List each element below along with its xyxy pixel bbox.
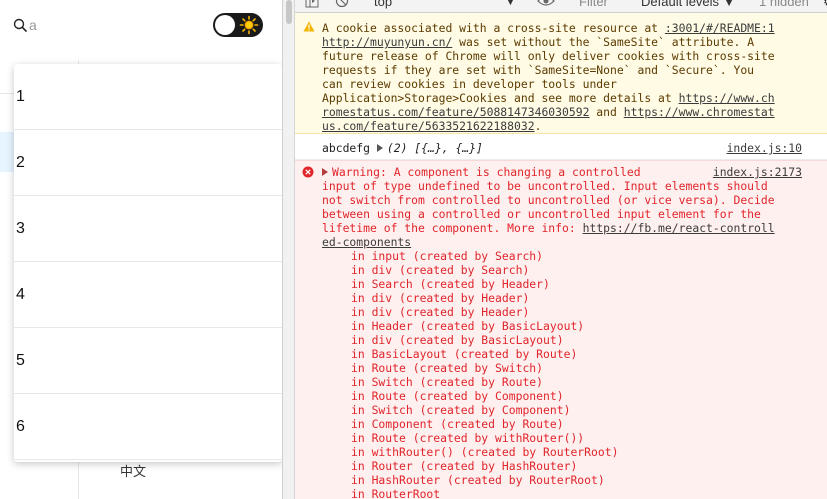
search-result-item[interactable]: 3 (14, 196, 282, 262)
error-text: Warning: A component is changing a contr… (322, 165, 775, 249)
panel-resize-divider[interactable] (282, 0, 295, 499)
search-result-item[interactable]: 4 (14, 262, 282, 328)
error-line: between using a controlled or uncontroll… (322, 207, 761, 221)
stack-trace-line: in HashRouter (created by RouterRoot) (351, 473, 605, 487)
log-value: abcdefg (322, 141, 371, 155)
error-icon (302, 166, 314, 178)
chromestatus-link[interactable]: https://www.chromestat (624, 105, 775, 119)
console-toolbar: top ▼ Filter Default levels ▼ 1 hidden ⚙ (295, 0, 827, 13)
scrollbar-thumb[interactable] (286, 0, 292, 24)
warning-line: . (534, 119, 542, 133)
stack-trace-line: in Route (created by Component) (351, 389, 564, 403)
warning-line: requests if they are set with `SameSite=… (322, 63, 755, 77)
component-stack: in input (created by Search) in div (crea… (322, 249, 618, 499)
stack-trace-line: in Switch (created by Route) (351, 375, 544, 389)
warning-line: A cookie associated with a cross-site re… (322, 21, 665, 35)
clear-console-icon[interactable] (335, 0, 349, 8)
warning-line: can review cookies in developer tools un… (322, 77, 617, 91)
error-line: Warning: A component is changing a contr… (332, 165, 641, 179)
search-result-item[interactable]: 1 (14, 64, 282, 130)
stack-trace-line: in RouterRoot (351, 487, 441, 499)
stack-trace-line: in div (created by Header) (351, 291, 530, 305)
error-line: not switch from controlled to uncontroll… (322, 193, 775, 207)
stack-trace-line: in Search (created by Header) (351, 277, 550, 291)
chromestatus-link[interactable]: us.com/feature/5633521622188032 (322, 119, 535, 133)
react-docs-link[interactable]: https://fb.me/react-controll (583, 221, 775, 235)
toggle-knob (215, 15, 235, 35)
stack-trace-line: in input (created by Search) (351, 249, 544, 263)
react-docs-link[interactable]: ed-components (322, 235, 411, 249)
sider-active-item[interactable] (0, 132, 14, 172)
warning-text: A cookie associated with a cross-site re… (322, 21, 802, 133)
search-result-item[interactable]: 2 (14, 130, 282, 196)
sun-icon (239, 15, 259, 35)
stack-trace-line: in div (created by BasicLayout) (351, 333, 564, 347)
console-log-message: abcdefg (2) [{…}, {…}] index.js:10 (295, 134, 827, 160)
settings-icon[interactable]: ⚙ (823, 0, 827, 10)
stack-trace-line: in withRouter() (created by RouterRoot) (351, 445, 619, 459)
header-search-row (0, 0, 282, 50)
search-icon (13, 18, 27, 32)
expand-triangle-icon[interactable] (376, 144, 383, 152)
stack-trace-line: in Component (created by Route) (351, 417, 564, 431)
source-link[interactable]: index.js:10 (727, 141, 802, 155)
stack-trace-line: in Header (created by BasicLayout) (351, 319, 585, 333)
stack-trace-line: in Route (created by Switch) (351, 361, 544, 375)
theme-toggle-switch[interactable] (213, 13, 263, 37)
error-line: input of type undefined to be uncontroll… (322, 179, 768, 193)
search-result-item[interactable]: 6 (14, 394, 282, 460)
stack-trace-line: in BasicLayout (created by Route) (351, 347, 578, 361)
stack-trace-line: in Router (created by HashRouter) (351, 459, 578, 473)
search-results-dropdown: 1 2 3 4 5 6 (14, 64, 282, 462)
search-result-item[interactable]: 5 (14, 328, 282, 394)
chevron-down-icon[interactable]: ▼ (506, 0, 515, 7)
source-link[interactable]: :3001/#/README:1 (665, 21, 775, 35)
stack-trace-line: in div (created by Header) (351, 305, 530, 319)
stack-trace-line: in Route (created by withRouter()) (351, 431, 585, 445)
app-panel: 中文 1 2 3 4 5 6 (0, 0, 282, 499)
expand-triangle-icon[interactable] (322, 168, 328, 176)
chromestatus-link[interactable]: romestatus.com/feature/5088147346030592 (322, 105, 589, 119)
console-warning-message: A cookie associated with a cross-site re… (295, 13, 827, 134)
log-array[interactable]: (2) [{…}, {…}] (387, 141, 483, 155)
filter-input[interactable]: Filter (579, 0, 608, 9)
stack-trace-line: in Switch (created by Component) (351, 403, 571, 417)
stack-trace-line: in div (created by Search) (351, 263, 530, 277)
context-selector[interactable]: top (374, 0, 392, 9)
warning-icon (303, 21, 315, 32)
warning-line: was set without the `SameSite` attribute… (452, 35, 755, 49)
warning-line: future release of Chrome will only deliv… (322, 49, 775, 63)
chromestatus-link[interactable]: https://www.ch (679, 91, 775, 105)
error-line: lifetime of the component. More info: (322, 221, 583, 235)
log-levels-dropdown[interactable]: Default levels ▼ (641, 0, 736, 9)
warning-line: Application>Storage>Cookies and see more… (322, 91, 679, 105)
console-error-message: index.js:2173 Warning: A component is ch… (295, 160, 827, 499)
eye-icon[interactable] (537, 0, 555, 8)
hidden-count: 1 hidden (759, 0, 809, 9)
devtools-console: top ▼ Filter Default levels ▼ 1 hidden ⚙… (295, 0, 827, 499)
language-switch[interactable]: 中文 (120, 461, 146, 480)
cookie-url-link[interactable]: http://muyunyun.cn/ (322, 35, 452, 49)
warning-line: and (589, 105, 624, 119)
search-input[interactable] (29, 14, 149, 36)
sider-divider (0, 93, 14, 94)
sidebar-toggle-icon[interactable] (305, 0, 319, 8)
log-text: abcdefg (2) [{…}, {…}] (322, 141, 483, 155)
